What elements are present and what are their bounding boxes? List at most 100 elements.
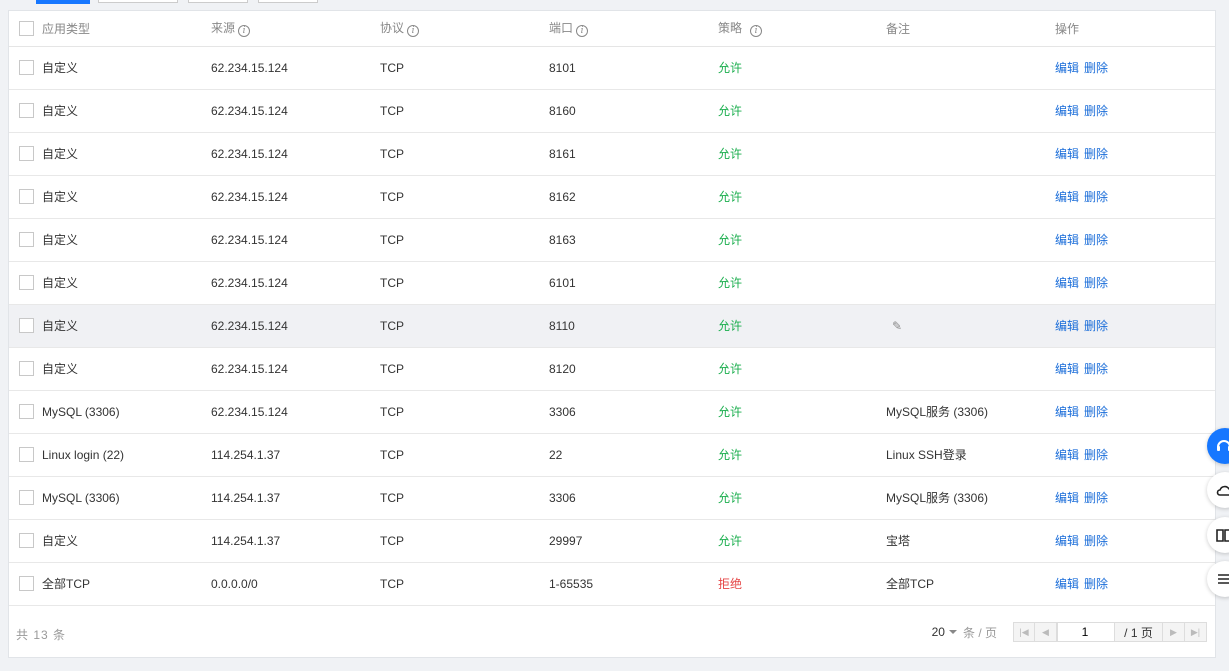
edit-link[interactable]: 编辑 — [1055, 319, 1079, 333]
rules-table: 应用类型 来源 i 协议 i 端口 i 策略 i 备注 操作 自定义 62.234.15.… — [9, 11, 1215, 606]
edit-link[interactable]: 编辑 — [1055, 233, 1079, 247]
header-protocol[interactable]: 协议 — [380, 21, 404, 35]
delete-link[interactable]: 删除 — [1084, 190, 1108, 204]
delete-link[interactable]: 删除 — [1084, 362, 1108, 376]
cell-source: 62.234.15.124 — [211, 275, 288, 290]
table-row[interactable]: 自定义 62.234.15.124 TCP 8120 允许 编辑 删除 — [9, 347, 1215, 390]
cell-source: 62.234.15.124 — [211, 361, 288, 376]
delete-link[interactable]: 删除 — [1084, 61, 1108, 75]
edit-link[interactable]: 编辑 — [1055, 147, 1079, 161]
table-row[interactable]: 全部TCP 0.0.0.0/0 TCP 1-65535 拒绝 全部TCP 编辑 删除 — [9, 562, 1215, 605]
edit-link[interactable]: 编辑 — [1055, 104, 1079, 118]
row-checkbox[interactable] — [19, 361, 34, 377]
page-number-input[interactable] — [1057, 622, 1115, 642]
cell-policy: 允许 — [718, 147, 743, 161]
info-circle-icon[interactable]: i — [407, 25, 420, 38]
table-row[interactable]: 自定义 62.234.15.124 TCP 8163 允许 编辑 删除 — [9, 218, 1215, 261]
cell-protocol: TCP — [380, 60, 404, 75]
tab-button[interactable] — [188, 0, 248, 3]
select-all-checkbox[interactable] — [19, 20, 34, 36]
cell-port: 8162 — [549, 189, 576, 204]
cell-type: 自定义 — [42, 104, 79, 118]
edit-link[interactable]: 编辑 — [1055, 61, 1079, 75]
edit-link[interactable]: 编辑 — [1055, 276, 1079, 290]
delete-link[interactable]: 删除 — [1084, 448, 1108, 462]
table-row[interactable]: MySQL (3306) 114.254.1.37 TCP 3306 允许 MySQL服务… — [9, 476, 1215, 519]
header-policy[interactable]: 策略 — [718, 21, 742, 35]
table-row[interactable]: 自定义 62.234.15.124 TCP 8161 允许 编辑 删除 — [9, 132, 1215, 175]
tab-button[interactable] — [258, 0, 318, 3]
row-checkbox[interactable] — [19, 189, 34, 205]
row-checkbox[interactable] — [19, 60, 34, 76]
cell-port: 8163 — [549, 232, 576, 247]
page-size-select[interactable]: 20 — [932, 625, 945, 639]
cell-port: 8161 — [549, 146, 576, 161]
chevron-down-icon[interactable] — [948, 630, 957, 634]
delete-link[interactable]: 删除 — [1084, 577, 1108, 591]
row-checkbox[interactable] — [19, 447, 34, 463]
row-checkbox[interactable] — [19, 404, 34, 420]
cell-policy: 允许 — [718, 534, 743, 548]
pencil-icon[interactable]: ✎ — [892, 319, 902, 333]
table-row[interactable]: 自定义 62.234.15.124 TCP 8110 允许 ✎ 编辑 删除 — [9, 304, 1215, 347]
cell-policy: 允许 — [718, 276, 743, 290]
info-circle-icon[interactable]: i — [238, 25, 251, 38]
delete-link[interactable]: 删除 — [1084, 233, 1108, 247]
table-row[interactable]: 自定义 62.234.15.124 TCP 8162 允许 编辑 删除 — [9, 175, 1215, 218]
cell-note: MySQL服务 (3306) — [886, 405, 989, 419]
cell-type: MySQL (3306) — [42, 404, 120, 419]
tab-button[interactable] — [98, 0, 178, 3]
edit-link[interactable]: 编辑 — [1055, 190, 1079, 204]
table-row[interactable]: MySQL (3306) 62.234.15.124 TCP 3306 允许 MySQL服… — [9, 390, 1215, 433]
cell-source: 114.254.1.37 — [211, 533, 281, 548]
cell-source: 114.254.1.37 — [211, 490, 281, 505]
table-row[interactable]: Linux login (22) 114.254.1.37 TCP 22 允许 Linux… — [9, 433, 1215, 476]
header-type[interactable]: 应用类型 — [42, 11, 211, 46]
table-row[interactable]: 自定义 62.234.15.124 TCP 6101 允许 编辑 删除 — [9, 261, 1215, 304]
delete-link[interactable]: 删除 — [1084, 534, 1108, 548]
table-row[interactable]: 自定义 62.234.15.124 TCP 8160 允许 编辑 删除 — [9, 89, 1215, 132]
header-port[interactable]: 端口 — [549, 21, 573, 35]
row-checkbox[interactable] — [19, 146, 34, 162]
row-checkbox[interactable] — [19, 318, 34, 334]
cell-port: 8120 — [549, 361, 576, 376]
cell-port: 22 — [549, 447, 563, 462]
delete-link[interactable]: 删除 — [1084, 405, 1108, 419]
cell-type: MySQL (3306) — [42, 490, 120, 505]
cell-source: 62.234.15.124 — [211, 103, 288, 118]
header-note: 备注 — [886, 21, 911, 36]
tab-active-indicator[interactable] — [36, 0, 90, 4]
delete-link[interactable]: 删除 — [1084, 147, 1108, 161]
edit-link[interactable]: 编辑 — [1055, 448, 1079, 462]
edit-link[interactable]: 编辑 — [1055, 405, 1079, 419]
delete-link[interactable]: 删除 — [1084, 491, 1108, 505]
delete-link[interactable]: 删除 — [1084, 319, 1108, 333]
prev-page-icon[interactable]: ◀ — [1035, 622, 1057, 642]
edit-link[interactable]: 编辑 — [1055, 577, 1079, 591]
delete-link[interactable]: 删除 — [1084, 276, 1108, 290]
row-checkbox[interactable] — [19, 490, 34, 506]
last-page-icon[interactable]: ▶| — [1185, 622, 1207, 642]
edit-link[interactable]: 编辑 — [1055, 534, 1079, 548]
cell-note: Linux SSH登录 — [886, 448, 967, 462]
row-checkbox[interactable] — [19, 533, 34, 549]
table-row[interactable]: 自定义 114.254.1.37 TCP 29997 允许 宝塔 编辑 删除 — [9, 519, 1215, 562]
first-page-icon[interactable]: |◀ — [1013, 622, 1035, 642]
info-circle-icon[interactable]: i — [576, 25, 589, 38]
edit-link[interactable]: 编辑 — [1055, 362, 1079, 376]
cell-protocol: TCP — [380, 447, 404, 462]
cell-type: 自定义 — [42, 534, 79, 548]
cell-note: 宝塔 — [886, 534, 911, 548]
info-circle-icon[interactable]: i — [750, 25, 763, 38]
delete-link[interactable]: 删除 — [1084, 104, 1108, 118]
cell-port: 3306 — [549, 404, 576, 419]
edit-link[interactable]: 编辑 — [1055, 491, 1079, 505]
table-row[interactable]: 自定义 62.234.15.124 TCP 8101 允许 编辑 删除 — [9, 46, 1215, 89]
row-checkbox[interactable] — [19, 576, 34, 592]
row-checkbox[interactable] — [19, 103, 34, 119]
row-checkbox[interactable] — [19, 275, 34, 291]
cell-source: 62.234.15.124 — [211, 60, 288, 75]
header-source[interactable]: 来源 — [211, 21, 235, 35]
next-page-icon[interactable]: ▶ — [1163, 622, 1185, 642]
row-checkbox[interactable] — [19, 232, 34, 248]
